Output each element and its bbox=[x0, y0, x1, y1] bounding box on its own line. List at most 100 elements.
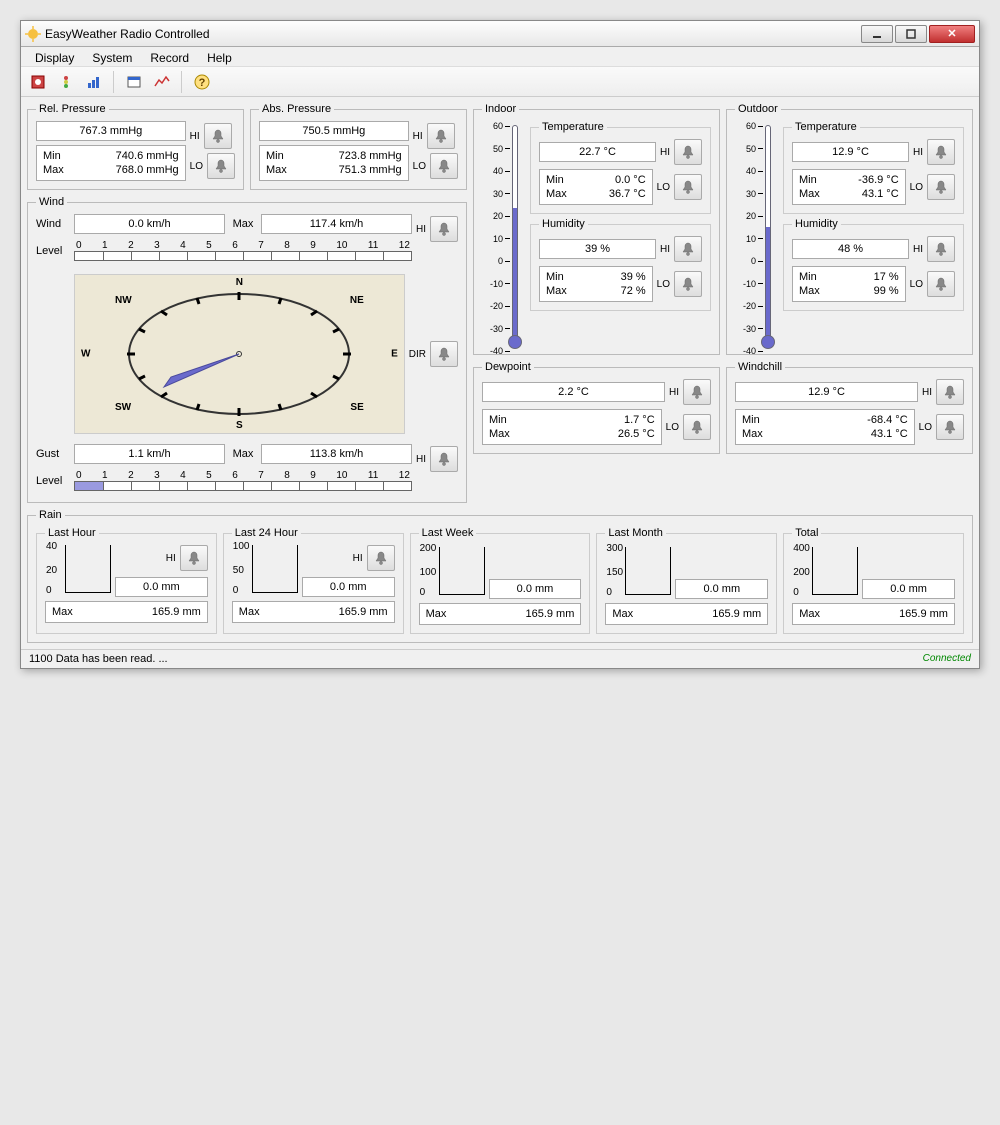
indoor-temp-minmax: Min0.0 °CMax36.7 °C bbox=[539, 169, 653, 205]
wind-value: 0.0 km/h bbox=[74, 214, 225, 234]
rain-hour-graph: 40200 bbox=[65, 545, 111, 593]
rain-month-max: Max165.9 mm bbox=[605, 603, 768, 625]
dewpoint-hi-bell[interactable] bbox=[683, 379, 711, 405]
windchill-hi-bell[interactable] bbox=[936, 379, 964, 405]
toolbar-alarm-icon[interactable] bbox=[53, 70, 79, 94]
menu-help[interactable]: Help bbox=[199, 49, 240, 64]
toolbar-help-icon[interactable]: ? bbox=[189, 70, 215, 94]
main-content: Rel. Pressure 767.3 mmHg Min740.6 mmHg M… bbox=[21, 97, 979, 509]
rain-month-value: 0.0 mm bbox=[675, 579, 768, 599]
rain-week-max: Max165.9 mm bbox=[419, 603, 582, 625]
status-connected: Connected bbox=[923, 653, 971, 665]
rain-total-max: Max165.9 mm bbox=[792, 603, 955, 625]
indoor-temp-value: 22.7 °C bbox=[539, 142, 656, 162]
wind-hi-bell[interactable] bbox=[430, 216, 458, 242]
rel-pressure-legend: Rel. Pressure bbox=[36, 103, 109, 115]
outdoor-humidity-value: 48 % bbox=[792, 239, 909, 259]
maximize-button[interactable] bbox=[895, 25, 927, 43]
gust-value: 1.1 km/h bbox=[74, 444, 225, 464]
wind-legend: Wind bbox=[36, 196, 67, 208]
rel-pressure-panel: Rel. Pressure 767.3 mmHg Min740.6 mmHg M… bbox=[27, 103, 244, 190]
indoor-temp-hi-bell[interactable] bbox=[674, 139, 702, 165]
abs-pressure-lo-bell[interactable] bbox=[430, 153, 458, 179]
outdoor-thermometer: 6050403020100-10-20-30-40 bbox=[735, 121, 777, 346]
indoor-humidity-minmax: Min39 %Max72 % bbox=[539, 266, 653, 302]
wind-panel: Wind Wind 0.0 km/h Max 117.4 km/h Level bbox=[27, 196, 467, 503]
rain-day-graph: 100500 bbox=[252, 545, 298, 593]
rain-hour-max: Max165.9 mm bbox=[45, 601, 208, 623]
rain-day-panel: Last 24 Hour100500HI0.0 mmMax165.9 mm bbox=[223, 527, 404, 634]
outdoor-temp-value: 12.9 °C bbox=[792, 142, 909, 162]
toolbar: ? bbox=[21, 67, 979, 97]
dewpoint-lo-bell[interactable] bbox=[683, 414, 711, 440]
menu-record[interactable]: Record bbox=[142, 49, 197, 64]
windchill-panel: Windchill 12.9 °CHI Min-68.4 °CMax43.1 °… bbox=[726, 361, 973, 454]
rain-total-panel: Total40020000.0 mmMax165.9 mm bbox=[783, 527, 964, 634]
menu-system[interactable]: System bbox=[84, 49, 140, 64]
rain-day-hi-bell[interactable] bbox=[367, 545, 395, 571]
indoor-humidity-panel: Humidity 39 %HI Min39 %Max72 %LO bbox=[530, 218, 711, 311]
rain-day-max: Max165.9 mm bbox=[232, 601, 395, 623]
abs-pressure-hi-bell[interactable] bbox=[427, 123, 455, 149]
status-bar: 1100 Data has been read. ... Connected bbox=[21, 649, 979, 668]
minimize-button[interactable] bbox=[861, 25, 893, 43]
window-title: EasyWeather Radio Controlled bbox=[45, 27, 861, 41]
titlebar: EasyWeather Radio Controlled ✕ bbox=[21, 21, 979, 47]
rain-week-panel: Last Week20010000.0 mmMax165.9 mm bbox=[410, 527, 591, 634]
app-icon bbox=[25, 26, 41, 42]
abs-pressure-panel: Abs. Pressure 750.5 mmHg Min723.8 mmHg M… bbox=[250, 103, 467, 190]
application-window: EasyWeather Radio Controlled ✕ Display S… bbox=[20, 20, 980, 669]
outdoor-panel: Outdoor 6050403020100-10-20-30-40 Temper… bbox=[726, 103, 973, 355]
indoor-humidity-value: 39 % bbox=[539, 239, 656, 259]
rel-pressure-value: 767.3 mmHg bbox=[36, 121, 186, 141]
abs-pressure-value: 750.5 mmHg bbox=[259, 121, 409, 141]
wind-level-ruler: 0123456789101112 bbox=[74, 240, 412, 264]
rel-pressure-hi-bell[interactable] bbox=[204, 123, 232, 149]
rain-panel: Rain Last Hour40200HI0.0 mmMax165.9 mmLa… bbox=[27, 509, 973, 643]
wind-compass: N S W E NW NE SW SE bbox=[74, 274, 405, 434]
rain-hour-hi-bell[interactable] bbox=[180, 545, 208, 571]
indoor-humidity-lo-bell[interactable] bbox=[674, 271, 702, 297]
gust-max: 113.8 km/h bbox=[261, 444, 412, 464]
outdoor-humidity-hi-bell[interactable] bbox=[927, 236, 955, 262]
indoor-temp-lo-bell[interactable] bbox=[674, 174, 702, 200]
rain-hour-value: 0.0 mm bbox=[115, 577, 208, 597]
menu-display[interactable]: Display bbox=[27, 49, 82, 64]
outdoor-temp-lo-bell[interactable] bbox=[927, 174, 955, 200]
windchill-value: 12.9 °C bbox=[735, 382, 918, 402]
svg-text:?: ? bbox=[199, 77, 206, 89]
outdoor-temp-minmax: Min-36.9 °CMax43.1 °C bbox=[792, 169, 906, 205]
rain-day-value: 0.0 mm bbox=[302, 577, 395, 597]
windchill-minmax: Min-68.4 °CMax43.1 °C bbox=[735, 409, 915, 445]
outdoor-humidity-minmax: Min17 %Max99 % bbox=[792, 266, 906, 302]
gust-hi-bell[interactable] bbox=[430, 446, 458, 472]
indoor-thermometer: 6050403020100-10-20-30-40 bbox=[482, 121, 524, 346]
close-button[interactable]: ✕ bbox=[929, 25, 975, 43]
toolbar-settings-icon[interactable] bbox=[25, 70, 51, 94]
dewpoint-value: 2.2 °C bbox=[482, 382, 665, 402]
toolbar-graph-icon[interactable] bbox=[149, 70, 175, 94]
toolbar-chart-icon[interactable] bbox=[81, 70, 107, 94]
abs-pressure-minmax: Min723.8 mmHg Max751.3 mmHg bbox=[259, 145, 409, 181]
rain-month-graph: 3001500 bbox=[625, 547, 671, 595]
indoor-temp-panel: Temperature 22.7 °CHI Min0.0 °CMax36.7 °… bbox=[530, 121, 711, 214]
indoor-humidity-hi-bell[interactable] bbox=[674, 236, 702, 262]
rain-hour-panel: Last Hour40200HI0.0 mmMax165.9 mm bbox=[36, 527, 217, 634]
gust-level-ruler: 0123456789101112 bbox=[74, 470, 412, 494]
menubar: Display System Record Help bbox=[21, 47, 979, 67]
wind-dir-bell[interactable] bbox=[430, 341, 458, 367]
abs-pressure-legend: Abs. Pressure bbox=[259, 103, 334, 115]
toolbar-window-icon[interactable] bbox=[121, 70, 147, 94]
dewpoint-minmax: Min1.7 °CMax26.5 °C bbox=[482, 409, 662, 445]
wind-max: 117.4 km/h bbox=[261, 214, 412, 234]
rain-week-graph: 2001000 bbox=[439, 547, 485, 595]
rel-pressure-lo-bell[interactable] bbox=[207, 153, 235, 179]
outdoor-humidity-lo-bell[interactable] bbox=[927, 271, 955, 297]
outdoor-temp-hi-bell[interactable] bbox=[927, 139, 955, 165]
rain-month-panel: Last Month30015000.0 mmMax165.9 mm bbox=[596, 527, 777, 634]
windchill-lo-bell[interactable] bbox=[936, 414, 964, 440]
rel-pressure-minmax: Min740.6 mmHg Max768.0 mmHg bbox=[36, 145, 186, 181]
status-message: 1100 Data has been read. ... bbox=[29, 653, 168, 665]
rain-total-graph: 4002000 bbox=[812, 547, 858, 595]
outdoor-temp-panel: Temperature 12.9 °CHI Min-36.9 °CMax43.1… bbox=[783, 121, 964, 214]
